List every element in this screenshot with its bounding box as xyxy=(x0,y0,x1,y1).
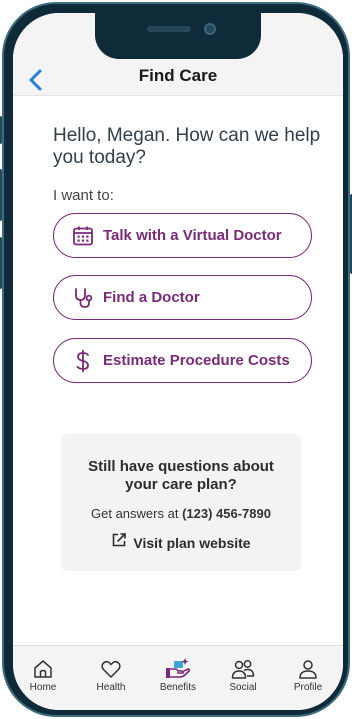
phone-frame: Find Care Hello, Megan. How can we help … xyxy=(0,2,352,717)
tab-benefits-label: Benefits xyxy=(159,682,197,693)
phone-number-link[interactable]: (123) 456-7890 xyxy=(182,506,271,521)
talk-virtual-doctor-label: Talk with a Virtual Doctor xyxy=(103,227,282,244)
find-doctor-label: Find a Doctor xyxy=(103,289,200,306)
estimate-costs-button[interactable]: Estimate Procedure Costs xyxy=(53,338,312,383)
speaker xyxy=(147,26,191,32)
greeting-heading: Hello, Megan. How can we help you today? xyxy=(53,125,321,168)
tab-home[interactable]: Home xyxy=(14,656,72,693)
volume-up-button xyxy=(0,169,2,221)
tab-social[interactable]: Social xyxy=(214,656,272,693)
home-icon xyxy=(14,656,72,680)
heart-icon xyxy=(82,656,140,680)
find-doctor-button[interactable]: Find a Doctor xyxy=(53,275,312,320)
volume-down-button xyxy=(0,237,2,289)
help-card-phone-line: Get answers at (123) 456-7890 xyxy=(61,506,301,521)
talk-virtual-doctor-button[interactable]: Talk with a Virtual Doctor xyxy=(53,213,312,258)
stethoscope-icon xyxy=(71,286,95,310)
page-title: Find Care xyxy=(138,66,218,85)
people-icon xyxy=(214,656,272,680)
dollar-icon xyxy=(71,349,95,373)
answers-prefix: Get answers at xyxy=(91,506,183,521)
calendar-icon xyxy=(71,224,95,248)
tab-profile-label: Profile xyxy=(293,682,323,693)
tab-benefits[interactable]: Benefits xyxy=(149,656,207,693)
tab-bar: Home Health Benefits Social Profile xyxy=(13,645,343,710)
notch xyxy=(95,13,261,59)
tab-profile[interactable]: Profile xyxy=(279,656,337,693)
visit-plan-website-link[interactable]: Visit plan website xyxy=(61,532,301,553)
tab-social-label: Social xyxy=(229,682,257,693)
estimate-costs-label: Estimate Procedure Costs xyxy=(103,352,290,369)
external-link-icon xyxy=(111,532,127,553)
help-card: Still have questions about your care pla… xyxy=(61,434,301,571)
screen: Find Care Hello, Megan. How can we help … xyxy=(13,13,343,710)
help-card-title: Still have questions about your care pla… xyxy=(88,458,274,493)
tab-health[interactable]: Health xyxy=(82,656,140,693)
tab-home-label: Home xyxy=(29,682,57,693)
camera xyxy=(204,23,216,35)
mute-switch xyxy=(0,116,2,144)
visit-plan-website-label: Visit plan website xyxy=(133,534,251,551)
person-icon xyxy=(279,656,337,680)
benefits-hand-icon xyxy=(149,656,207,680)
intro-label: I want to: xyxy=(53,187,114,204)
tab-health-label: Health xyxy=(96,682,126,693)
